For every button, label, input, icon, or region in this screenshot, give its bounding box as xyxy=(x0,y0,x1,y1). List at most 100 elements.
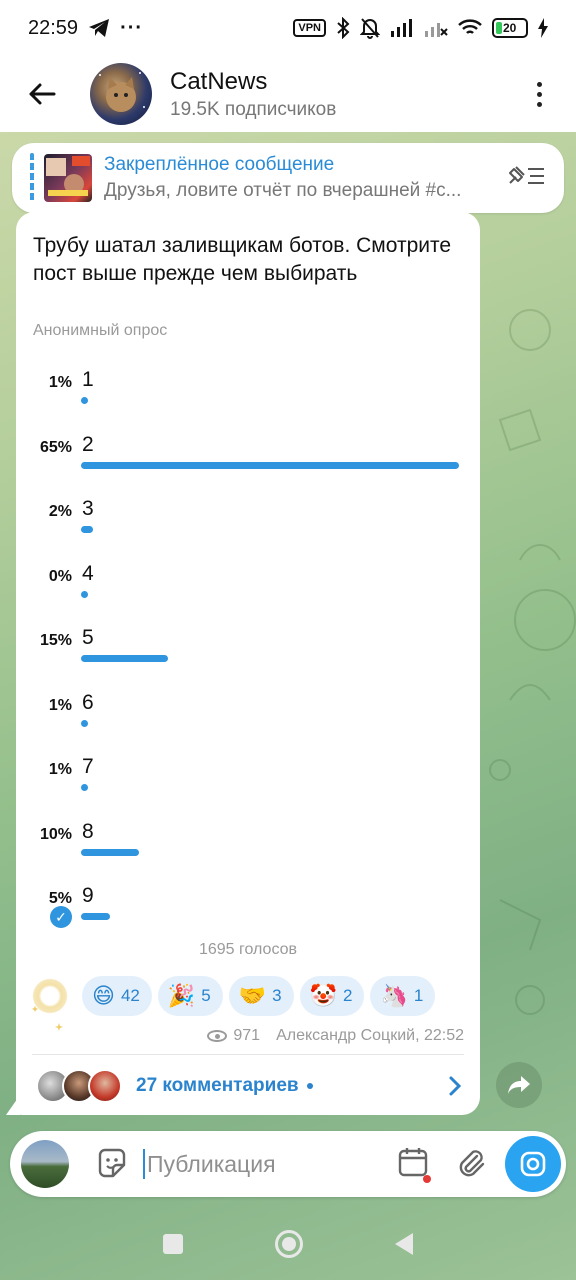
poll-option: 65% 2 xyxy=(16,433,480,497)
more-notifications-icon: ··· xyxy=(120,16,144,39)
option-label: 1 xyxy=(82,368,94,391)
reactions-row: 😄 42 🎉 5 🤝 3 🤡 2 🦄 1 xyxy=(30,976,436,1031)
schedule-button[interactable] xyxy=(397,1146,431,1183)
commenter-avatar xyxy=(88,1068,122,1103)
subscribers-count: 19.5K подписчиков xyxy=(170,98,337,120)
message-meta: 971 Александр Соцкий, 22:52 xyxy=(207,1027,464,1045)
calendar-icon xyxy=(398,1147,428,1176)
option-bar xyxy=(81,784,88,791)
option-percent: 15% xyxy=(39,632,72,649)
views-count: 971 xyxy=(233,1027,261,1044)
channel-title: CatNews xyxy=(170,67,268,95)
pinned-thumbnail xyxy=(44,154,92,202)
reaction-chip[interactable]: 😄 42 xyxy=(82,976,152,1016)
system-back-button[interactable] xyxy=(395,1233,413,1255)
vpn-icon: VPN xyxy=(293,19,326,37)
message-input-bar: Публикация xyxy=(10,1131,566,1197)
option-bar xyxy=(81,397,88,404)
grinning-face-icon: 😄 xyxy=(92,983,115,1008)
poll-option: 15% 5 xyxy=(16,626,480,690)
reaction-count: 2 xyxy=(343,986,353,1005)
text-caret xyxy=(143,1149,145,1179)
channel-avatar[interactable] xyxy=(90,63,152,125)
bell-muted-icon xyxy=(360,18,380,39)
camera-icon xyxy=(520,1151,546,1177)
option-bar xyxy=(81,719,88,727)
pinned-preview: Друзья, ловите отчёт по вчерашней #с... xyxy=(104,180,462,201)
status-bar: 22:59 ··· VPN 20 xyxy=(0,0,576,56)
option-bar xyxy=(81,590,88,598)
option-label: 4 xyxy=(82,561,94,585)
wifi-icon xyxy=(458,19,482,34)
status-time: 22:59 xyxy=(28,16,79,39)
reaction-chip[interactable]: 🎉 5 xyxy=(157,976,223,1016)
pinned-indicator xyxy=(30,153,34,203)
poll-option: 0% 4 xyxy=(16,562,480,626)
reaction-count: 5 xyxy=(201,986,211,1005)
poll-option: 2% 3 xyxy=(16,497,480,561)
share-button[interactable] xyxy=(496,1062,542,1108)
sticker-icon[interactable] xyxy=(95,1147,129,1181)
telegram-icon xyxy=(89,19,110,37)
system-nav-bar xyxy=(0,1208,576,1280)
option-label: 9 xyxy=(82,884,94,907)
camera-button[interactable] xyxy=(505,1136,561,1192)
cat-avatar-image xyxy=(99,72,145,112)
attach-icon[interactable] xyxy=(457,1148,487,1180)
handshake-icon: 🤝 xyxy=(238,983,267,1008)
option-bar xyxy=(81,655,168,662)
home-button[interactable] xyxy=(275,1230,303,1258)
reaction-count: 3 xyxy=(272,986,282,1005)
recents-button[interactable] xyxy=(163,1234,183,1254)
battery-icon: 20 xyxy=(492,18,528,38)
reaction-count: 42 xyxy=(120,986,140,1005)
poll-type: Анонимный опрос xyxy=(33,322,168,339)
reaction-chip[interactable]: 🤡 2 xyxy=(299,976,365,1016)
chevron-right-icon xyxy=(449,1076,462,1095)
option-label: 8 xyxy=(82,819,94,843)
pinned-title: Закреплённое сообщение xyxy=(104,154,335,175)
poll-option: 1% 1 xyxy=(16,368,480,432)
option-label: 6 xyxy=(82,690,94,714)
option-bar xyxy=(81,848,139,856)
poll-option: 5% 9 ✓ xyxy=(16,884,480,948)
option-bar xyxy=(81,526,93,533)
option-label: 2 xyxy=(82,432,94,456)
pinned-list-button[interactable] xyxy=(506,163,546,194)
option-percent: 0% xyxy=(48,567,72,585)
unicorn-icon: 🦄 xyxy=(380,983,408,1008)
option-percent: 10% xyxy=(39,825,72,843)
chat-header: CatNews 19.5K подписчиков xyxy=(0,56,576,132)
option-label: 7 xyxy=(82,755,94,778)
reaction-count: 1 xyxy=(413,986,424,1005)
add-reaction-button[interactable] xyxy=(30,976,70,1031)
bluetooth-icon xyxy=(337,17,350,39)
reaction-chip[interactable]: 🤝 3 xyxy=(228,976,294,1016)
share-arrow-icon xyxy=(508,1076,530,1094)
option-label: 5 xyxy=(82,626,94,649)
charging-icon xyxy=(538,18,548,38)
option-percent: 1% xyxy=(48,761,72,778)
option-percent: 65% xyxy=(39,438,72,456)
poll-option: 1% 7 xyxy=(16,755,480,819)
option-percent: 1% xyxy=(48,374,72,391)
poll-question: Трубу шатал заливщикам ботов. Смотрите п… xyxy=(33,234,452,285)
more-menu-button[interactable] xyxy=(524,74,554,114)
option-percent: 2% xyxy=(48,503,72,520)
arrow-left-icon xyxy=(29,83,56,105)
eye-icon xyxy=(207,1030,228,1042)
channel-info[interactable]: CatNews 19.5K подписчиков xyxy=(170,68,336,121)
option-bar xyxy=(81,913,110,920)
message-input[interactable]: Публикация xyxy=(147,1151,276,1178)
message-bubble: Трубу шатал заливщикам ботов. Смотрите п… xyxy=(16,212,480,1115)
pinned-message-bar[interactable]: Закреплённое сообщение Друзья, ловите от… xyxy=(12,143,564,213)
signal-no-sim-icon xyxy=(425,23,448,37)
option-percent: 1% xyxy=(48,696,72,714)
divider xyxy=(32,1054,464,1055)
reaction-chip[interactable]: 🦄 1 xyxy=(370,976,436,1016)
back-button[interactable] xyxy=(22,74,62,114)
comments-button[interactable]: 27 комментариев xyxy=(16,1058,480,1113)
unread-dot xyxy=(306,1082,313,1089)
send-as-avatar[interactable] xyxy=(21,1140,69,1188)
selected-check-icon: ✓ xyxy=(50,906,72,928)
